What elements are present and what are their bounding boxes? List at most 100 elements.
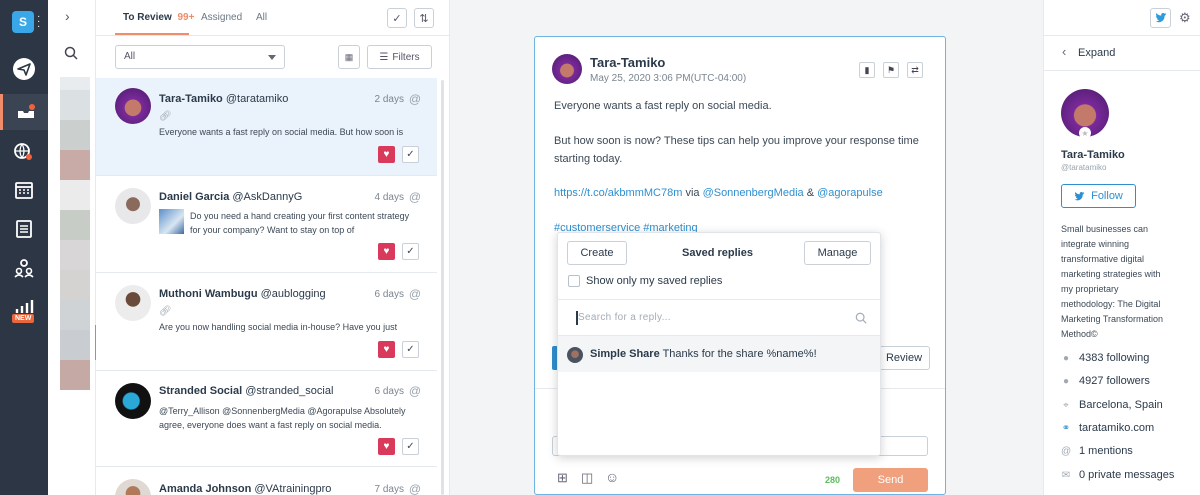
account-avatar[interactable]	[60, 150, 90, 180]
review-button[interactable]: Review	[878, 346, 930, 370]
emoji-icon[interactable]: ☺	[605, 469, 619, 485]
tab-all[interactable]: All	[256, 12, 267, 23]
only-mine-checkbox[interactable]	[568, 275, 580, 287]
account-avatar[interactable]	[60, 90, 90, 120]
follow-button[interactable]: Follow	[1061, 184, 1136, 208]
nav-inbox[interactable]	[0, 94, 48, 130]
add-comment-icon[interactable]: ⊞	[557, 470, 568, 486]
calendar-filter-icon[interactable]: ▦	[338, 45, 360, 69]
nav-publish[interactable]	[0, 51, 48, 87]
at-icon: @	[408, 384, 421, 398]
link-icon: 🔗︎	[159, 306, 172, 317]
send-button[interactable]: Send	[853, 468, 928, 492]
like-button[interactable]: ♥	[378, 243, 395, 260]
sort-icon[interactable]: ⇅	[414, 8, 434, 28]
tab-assigned[interactable]: Assigned	[201, 12, 242, 23]
divider	[1044, 35, 1200, 36]
author: Muthoni Wambugu @aublogging	[159, 288, 326, 300]
chevron-left-icon[interactable]: ‹	[1062, 44, 1066, 59]
expand-button[interactable]: Expand	[1078, 47, 1115, 59]
nav-listening[interactable]	[0, 134, 48, 170]
message-date: May 25, 2020 3:06 PM(UTC-04:00)	[590, 73, 747, 84]
nav-calendar[interactable]	[0, 172, 48, 208]
account-avatar[interactable]	[60, 180, 90, 210]
globe-search-icon	[14, 143, 32, 160]
list-item[interactable]: Amanda Johnson @VAtrainingpro 7 days @	[96, 467, 437, 495]
clipboard-calendar-icon	[16, 220, 32, 238]
avatar	[115, 88, 151, 124]
avatar	[552, 54, 582, 84]
profile-name: Tara-Tamiko	[1061, 149, 1125, 161]
workspace-menu-icon[interactable]: · · ·	[37, 12, 40, 32]
mark-reviewed-button[interactable]: ✓	[402, 243, 419, 260]
mention-link[interactable]: @agorapulse	[817, 187, 883, 199]
list-scrollbar[interactable]	[441, 80, 444, 495]
saved-reply-text: Thanks for the share %name%!	[662, 348, 817, 360]
search-icon	[855, 312, 867, 324]
message-text: Everyone wants a fast reply on social me…	[554, 100, 772, 112]
mentions-count[interactable]: @1 mentions	[1061, 445, 1133, 457]
message-text: But how soon is now? These tips can help…	[554, 135, 919, 147]
mention-link[interactable]: @SonnenbergMedia	[703, 187, 804, 199]
twitter-account-icon[interactable]	[1150, 8, 1171, 28]
popup-title: Saved replies	[682, 247, 753, 259]
avatar	[115, 188, 151, 224]
nav-planner[interactable]	[0, 211, 48, 247]
mark-reviewed-button[interactable]: ✓	[402, 146, 419, 163]
review-count-badge: 99+	[177, 12, 195, 23]
workspace-logo[interactable]: S	[12, 11, 34, 33]
mark-reviewed-button[interactable]: ✓	[402, 341, 419, 358]
gear-icon[interactable]: ⚙	[1179, 10, 1191, 26]
list-item[interactable]: Stranded Social @stranded_social 6 days …	[96, 371, 437, 467]
account-avatar[interactable]	[60, 240, 90, 270]
search-icon[interactable]	[64, 46, 78, 60]
list-item[interactable]: Muthoni Wambugu @aublogging 6 days @ 🔗︎ …	[96, 273, 437, 371]
at-icon: @	[408, 287, 421, 301]
account-avatar[interactable]	[60, 360, 90, 390]
account-avatar[interactable]	[60, 330, 90, 360]
manage-button[interactable]: Manage	[804, 241, 871, 265]
account-avatar[interactable]	[60, 120, 90, 150]
author-name[interactable]: Tara-Tamiko	[590, 55, 665, 70]
twitter-icon	[1074, 191, 1085, 200]
chevron-right-icon[interactable]: ›	[65, 8, 70, 24]
link-icon: ⚭	[1061, 422, 1071, 434]
bookmark-icon[interactable]: ⚑	[883, 62, 899, 78]
like-button[interactable]: ♥	[378, 146, 395, 163]
like-button[interactable]: ♥	[378, 341, 395, 358]
filters-button[interactable]: ☰ Filters	[367, 45, 432, 69]
create-button[interactable]: Create	[567, 241, 627, 265]
camera-icon[interactable]: ◫	[581, 470, 593, 486]
nav-team[interactable]	[0, 250, 48, 286]
tab-to-review[interactable]: To Review 99+	[123, 12, 194, 23]
mark-reviewed-button[interactable]: ✓	[402, 438, 419, 455]
list-item[interactable]: Tara-Tamiko @taratamiko 2 days @ 🔗︎ Ever…	[96, 78, 437, 176]
followers-count: ● 4927 followers	[1062, 375, 1150, 387]
website-link[interactable]: ⚭ taratamiko.com	[1061, 422, 1154, 434]
list-item[interactable]: Daniel Garcia @AskDannyG 4 days @ Do you…	[96, 176, 437, 273]
avatar	[115, 479, 151, 495]
calendar-icon	[15, 182, 33, 199]
only-mine-label: Show only my saved replies	[586, 275, 723, 287]
clipboard-icon[interactable]: ▮	[859, 62, 875, 78]
assign-icon[interactable]: ⇄	[907, 62, 923, 78]
avatar	[115, 285, 151, 321]
search-reply-input[interactable]: Search for a reply...	[578, 312, 671, 323]
saved-replies-popup: Create Saved replies Manage Show only my…	[557, 232, 881, 456]
account-avatar[interactable]	[60, 270, 90, 300]
like-button[interactable]: ♥	[378, 438, 395, 455]
at-icon: @	[1061, 445, 1072, 457]
saved-reply-item[interactable]: Simple Share Thanks for the share %name%…	[558, 336, 880, 372]
team-icon	[14, 259, 34, 278]
star-icon[interactable]: ★	[1079, 127, 1091, 139]
filter-select[interactable]: All	[115, 45, 285, 69]
at-icon: @	[408, 190, 421, 204]
private-messages-count[interactable]: ✉ 0 private messages	[1061, 469, 1175, 481]
account-avatar[interactable]	[60, 300, 90, 330]
url-link[interactable]: https://t.co/akbmmMC78m	[554, 187, 682, 199]
account-avatar[interactable]	[60, 210, 90, 240]
new-badge: NEW	[12, 314, 35, 323]
check-all-icon[interactable]: ✓	[387, 8, 407, 28]
avatar	[115, 383, 151, 419]
divider	[558, 299, 880, 300]
